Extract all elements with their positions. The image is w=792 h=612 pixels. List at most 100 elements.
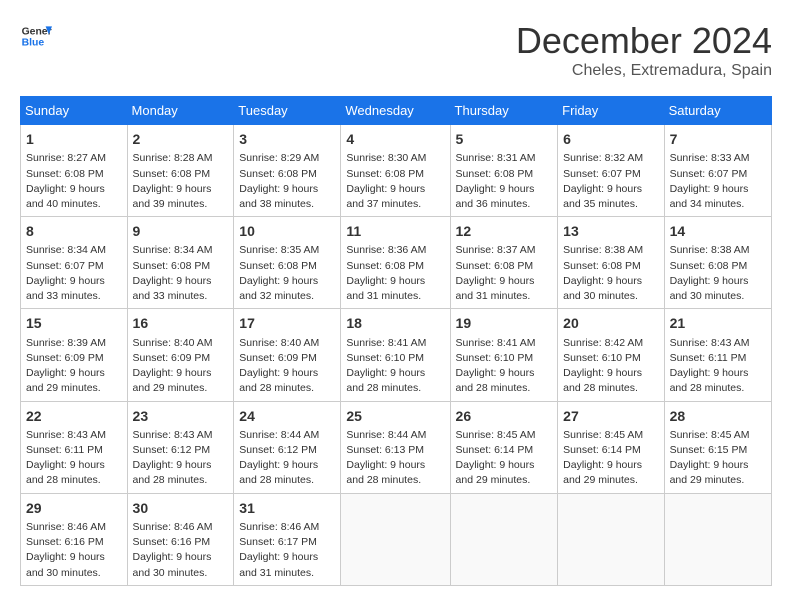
- day-number: 7: [670, 129, 766, 149]
- day-number: 30: [133, 498, 229, 518]
- location-title: Cheles, Extremadura, Spain: [516, 62, 772, 80]
- day-info: Sunrise: 8:45 AMSunset: 6:14 PMDaylight:…: [456, 428, 553, 489]
- calendar-cell: [558, 493, 664, 585]
- weekday-header-friday: Friday: [558, 97, 664, 125]
- day-info: Sunrise: 8:38 AMSunset: 6:08 PMDaylight:…: [563, 243, 658, 304]
- logo: General Blue: [20, 20, 52, 52]
- day-number: 24: [239, 406, 335, 426]
- weekday-header-saturday: Saturday: [664, 97, 771, 125]
- day-number: 12: [456, 221, 553, 241]
- weekday-header-monday: Monday: [127, 97, 234, 125]
- day-number: 1: [26, 129, 122, 149]
- day-number: 26: [456, 406, 553, 426]
- calendar-cell: [450, 493, 558, 585]
- day-number: 27: [563, 406, 658, 426]
- calendar-cell: 27Sunrise: 8:45 AMSunset: 6:14 PMDayligh…: [558, 401, 664, 493]
- day-info: Sunrise: 8:32 AMSunset: 6:07 PMDaylight:…: [563, 151, 658, 212]
- calendar-cell: 23Sunrise: 8:43 AMSunset: 6:12 PMDayligh…: [127, 401, 234, 493]
- day-number: 23: [133, 406, 229, 426]
- day-info: Sunrise: 8:41 AMSunset: 6:10 PMDaylight:…: [346, 336, 444, 397]
- day-info: Sunrise: 8:46 AMSunset: 6:16 PMDaylight:…: [26, 520, 122, 581]
- calendar-cell: 22Sunrise: 8:43 AMSunset: 6:11 PMDayligh…: [21, 401, 128, 493]
- day-number: 17: [239, 313, 335, 333]
- day-info: Sunrise: 8:28 AMSunset: 6:08 PMDaylight:…: [133, 151, 229, 212]
- day-info: Sunrise: 8:30 AMSunset: 6:08 PMDaylight:…: [346, 151, 444, 212]
- day-number: 14: [670, 221, 766, 241]
- day-number: 5: [456, 129, 553, 149]
- calendar-table: SundayMondayTuesdayWednesdayThursdayFrid…: [20, 96, 772, 586]
- day-number: 9: [133, 221, 229, 241]
- day-info: Sunrise: 8:45 AMSunset: 6:14 PMDaylight:…: [563, 428, 658, 489]
- calendar-cell: 17 Sunrise: 8:40 AMSunset: 6:09 PMDayligh…: [234, 309, 341, 401]
- day-info: Sunrise: 8:27 AMSunset: 6:08 PMDaylight:…: [26, 151, 122, 212]
- calendar-cell: 9Sunrise: 8:34 AMSunset: 6:08 PMDaylight…: [127, 217, 234, 309]
- day-info: Sunrise: 8:43 AMSunset: 6:12 PMDaylight:…: [133, 428, 229, 489]
- day-info: Sunrise: 8:43 AMSunset: 6:11 PMDaylight:…: [26, 428, 122, 489]
- day-number: 15: [26, 313, 122, 333]
- day-info: Sunrise: 8:46 AMSunset: 6:17 PMDaylight:…: [239, 520, 335, 581]
- day-number: 28: [670, 406, 766, 426]
- day-info: Sunrise: 8:39 AMSunset: 6:09 PMDaylight:…: [26, 336, 122, 397]
- title-area: December 2024 Cheles, Extremadura, Spain: [516, 20, 772, 80]
- day-info: Sunrise: 8:40 AMSunset: 6:09 PMDaylight:…: [133, 336, 229, 397]
- calendar-cell: 16Sunrise: 8:40 AMSunset: 6:09 PMDayligh…: [127, 309, 234, 401]
- calendar-cell: 2Sunrise: 8:28 AMSunset: 6:08 PMDaylight…: [127, 125, 234, 217]
- calendar-cell: 20 Sunrise: 8:42 AMSunset: 6:10 PMDayligh…: [558, 309, 664, 401]
- day-info: Sunrise: 8:42 AMSunset: 6:10 PMDaylight:…: [563, 336, 658, 397]
- day-number: 20: [563, 313, 658, 333]
- weekday-header-row: SundayMondayTuesdayWednesdayThursdayFrid…: [21, 97, 772, 125]
- week-row-4: 22Sunrise: 8:43 AMSunset: 6:11 PMDayligh…: [21, 401, 772, 493]
- calendar-cell: 28Sunrise: 8:45 AMSunset: 6:15 PMDayligh…: [664, 401, 771, 493]
- day-number: 13: [563, 221, 658, 241]
- day-info: Sunrise: 8:38 AMSunset: 6:08 PMDaylight:…: [670, 243, 766, 304]
- calendar-cell: 11Sunrise: 8:36 AMSunset: 6:08 PMDayligh…: [341, 217, 450, 309]
- day-info: Sunrise: 8:40 AMSunset: 6:09 PMDaylight:…: [239, 336, 335, 397]
- calendar-cell: 31Sunrise: 8:46 AMSunset: 6:17 PMDayligh…: [234, 493, 341, 585]
- week-row-2: 8Sunrise: 8:34 AMSunset: 6:07 PMDaylight…: [21, 217, 772, 309]
- day-number: 4: [346, 129, 444, 149]
- calendar-cell: 10Sunrise: 8:35 AMSunset: 6:08 PMDayligh…: [234, 217, 341, 309]
- day-info: Sunrise: 8:43 AMSunset: 6:11 PMDaylight:…: [670, 336, 766, 397]
- calendar-cell: 19 Sunrise: 8:41 AMSunset: 6:10 PMDayligh…: [450, 309, 558, 401]
- calendar-cell: 25Sunrise: 8:44 AMSunset: 6:13 PMDayligh…: [341, 401, 450, 493]
- day-info: Sunrise: 8:34 AMSunset: 6:08 PMDaylight:…: [133, 243, 229, 304]
- day-number: 22: [26, 406, 122, 426]
- day-info: Sunrise: 8:41 AMSunset: 6:10 PMDaylight:…: [456, 336, 553, 397]
- logo-icon: General Blue: [20, 20, 52, 52]
- day-info: Sunrise: 8:34 AMSunset: 6:07 PMDaylight:…: [26, 243, 122, 304]
- day-info: Sunrise: 8:46 AMSunset: 6:16 PMDaylight:…: [133, 520, 229, 581]
- calendar-cell: 21 Sunrise: 8:43 AMSunset: 6:11 PMDayligh…: [664, 309, 771, 401]
- calendar-cell: 29Sunrise: 8:46 AMSunset: 6:16 PMDayligh…: [21, 493, 128, 585]
- month-title: December 2024: [516, 20, 772, 62]
- day-number: 29: [26, 498, 122, 518]
- week-row-3: 15 Sunrise: 8:39 AMSunset: 6:09 PMDayligh…: [21, 309, 772, 401]
- weekday-header-thursday: Thursday: [450, 97, 558, 125]
- calendar-cell: 4Sunrise: 8:30 AMSunset: 6:08 PMDaylight…: [341, 125, 450, 217]
- calendar-cell: 14Sunrise: 8:38 AMSunset: 6:08 PMDayligh…: [664, 217, 771, 309]
- day-info: Sunrise: 8:44 AMSunset: 6:13 PMDaylight:…: [346, 428, 444, 489]
- calendar-cell: 18 Sunrise: 8:41 AMSunset: 6:10 PMDayligh…: [341, 309, 450, 401]
- weekday-header-sunday: Sunday: [21, 97, 128, 125]
- calendar-cell: 13Sunrise: 8:38 AMSunset: 6:08 PMDayligh…: [558, 217, 664, 309]
- day-info: Sunrise: 8:35 AMSunset: 6:08 PMDaylight:…: [239, 243, 335, 304]
- day-number: 19: [456, 313, 553, 333]
- calendar-cell: 26Sunrise: 8:45 AMSunset: 6:14 PMDayligh…: [450, 401, 558, 493]
- day-number: 18: [346, 313, 444, 333]
- calendar-cell: 1Sunrise: 8:27 AMSunset: 6:08 PMDaylight…: [21, 125, 128, 217]
- day-info: Sunrise: 8:33 AMSunset: 6:07 PMDaylight:…: [670, 151, 766, 212]
- week-row-5: 29Sunrise: 8:46 AMSunset: 6:16 PMDayligh…: [21, 493, 772, 585]
- calendar-cell: 30Sunrise: 8:46 AMSunset: 6:16 PMDayligh…: [127, 493, 234, 585]
- day-number: 3: [239, 129, 335, 149]
- day-info: Sunrise: 8:45 AMSunset: 6:15 PMDaylight:…: [670, 428, 766, 489]
- header: General Blue December 2024 Cheles, Extre…: [20, 20, 772, 80]
- week-row-1: 1Sunrise: 8:27 AMSunset: 6:08 PMDaylight…: [21, 125, 772, 217]
- calendar-cell: 15 Sunrise: 8:39 AMSunset: 6:09 PMDayligh…: [21, 309, 128, 401]
- day-number: 21: [670, 313, 766, 333]
- calendar-cell: 6Sunrise: 8:32 AMSunset: 6:07 PMDaylight…: [558, 125, 664, 217]
- day-info: Sunrise: 8:36 AMSunset: 6:08 PMDaylight:…: [346, 243, 444, 304]
- day-info: Sunrise: 8:37 AMSunset: 6:08 PMDaylight:…: [456, 243, 553, 304]
- day-number: 25: [346, 406, 444, 426]
- day-info: Sunrise: 8:29 AMSunset: 6:08 PMDaylight:…: [239, 151, 335, 212]
- day-number: 10: [239, 221, 335, 241]
- day-number: 8: [26, 221, 122, 241]
